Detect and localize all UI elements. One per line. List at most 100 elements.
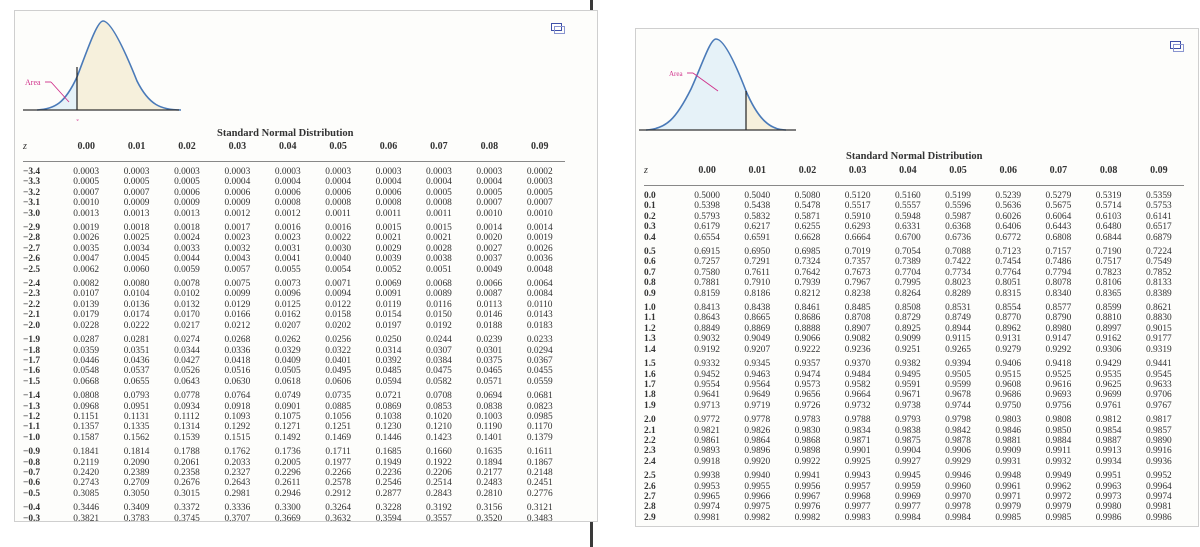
probability-cell: 0.0003: [274, 167, 301, 177]
probability-cell: 0.0080: [123, 279, 150, 290]
probability-cell: 0.5160: [894, 191, 921, 201]
probability-cell: 0.9901: [844, 446, 871, 457]
probability-cell: 0.9207: [744, 344, 771, 355]
probability-cell: 0.9965: [694, 491, 720, 502]
probability-cell: 0.9940: [744, 471, 771, 482]
probability-cell: 0.9961: [995, 481, 1022, 492]
restore-window-icon[interactable]: [551, 23, 565, 34]
probability-cell: 0.0125: [274, 299, 301, 310]
probability-cell: 0.9959: [894, 481, 921, 492]
probability-cell: 0.9884: [1045, 435, 1072, 446]
probability-cell: 0.0005: [123, 177, 150, 188]
column-header: 0.05: [932, 165, 984, 186]
probability-cell: 0.1020: [426, 411, 452, 422]
probability-cell: 0.9976: [794, 502, 821, 513]
table-row: −1.1 0.1357 0.1335 0.1314 0.1292 0.1271 0.1251…: [23, 422, 565, 432]
probability-cell: 0.1894: [476, 457, 503, 468]
column-header: 0.04: [262, 141, 313, 162]
table-row: −1.6 0.0548 0.0537 0.0526 0.0516 0.0505 0.0495…: [23, 366, 565, 376]
probability-cell: 0.9946: [945, 471, 971, 482]
area-label: Area: [669, 70, 683, 78]
probability-cell: 0.0129: [224, 299, 251, 310]
probability-cell: 0.0322: [325, 345, 352, 356]
table-row: 1.5 0.9332 0.9345 0.9357 0.9370 0.9382 0.9394 0…: [644, 355, 1184, 369]
z-value-cell: −2.9: [23, 223, 41, 234]
probability-cell: 0.9406: [995, 359, 1022, 370]
probability-cell: 0.0307: [426, 345, 452, 356]
probability-cell: 0.9162: [1095, 334, 1122, 345]
probability-cell: 0.0104: [123, 289, 150, 300]
probability-cell: 0.9236: [844, 344, 871, 355]
probability-cell: 0.0073: [274, 279, 301, 290]
table-row: 0.8 0.7881 0.7910 0.7939 0.7967 0.7995 0.8023 0…: [644, 278, 1184, 288]
probability-cell: 0.1922: [426, 457, 452, 468]
probability-cell: 0.9664: [844, 390, 871, 401]
probability-cell: 0.0091: [375, 289, 402, 300]
table-row: −2.3 0.0107 0.0104 0.0102 0.0099 0.0096 0.0094…: [23, 289, 565, 299]
probability-cell: 0.9192: [694, 344, 720, 355]
probability-cell: 0.9756: [1045, 400, 1072, 411]
probability-cell: 0.9881: [995, 435, 1022, 446]
probability-cell: 0.0019: [526, 233, 553, 244]
probability-cell: 0.0005: [526, 187, 553, 198]
probability-cell: 0.0294: [526, 345, 553, 356]
probability-cell: 0.9964: [1145, 481, 1172, 492]
probability-cell: 0.0132: [174, 299, 200, 310]
probability-cell: 0.9971: [995, 491, 1022, 502]
probability-cell: 0.9515: [995, 369, 1022, 380]
probability-cell: 0.0183: [526, 320, 553, 331]
probability-cell: 0.0764: [224, 391, 251, 402]
probability-cell: 0.9974: [1145, 491, 1172, 502]
probability-cell: 0.0062: [73, 264, 100, 275]
probability-cell: 0.9265: [945, 344, 971, 355]
z-value-cell: 0.1: [644, 201, 656, 212]
probability-cell: 0.0571: [476, 376, 503, 387]
probability-cell: 0.1038: [375, 411, 402, 422]
z-value-cell: 2.7: [644, 491, 656, 502]
table-row: −0.3 0.3821 0.3783 0.3745 0.3707 0.3669 0.3632…: [23, 513, 565, 522]
probability-cell: 0.8289: [945, 288, 971, 299]
probability-cell: 0.9699: [1095, 390, 1122, 401]
probability-cell: 0.9931: [995, 456, 1022, 467]
probability-cell: 0.9850: [1045, 425, 1072, 436]
probability-cell: 0.8186: [744, 288, 771, 299]
probability-cell: 0.0436: [123, 355, 150, 366]
probability-cell: 0.6443: [1045, 222, 1072, 233]
probability-cell: 0.0721: [375, 391, 402, 402]
probability-cell: 0.5199: [945, 191, 971, 201]
probability-cell: 0.3707: [224, 513, 251, 522]
probability-cell: 0.0011: [426, 208, 452, 219]
probability-cell: 0.9906: [945, 446, 971, 457]
probability-cell: 0.9966: [744, 491, 771, 502]
probability-cell: 0.7549: [1145, 257, 1172, 268]
probability-cell: 0.5040: [744, 191, 771, 201]
probability-cell: 0.9911: [1045, 446, 1072, 457]
probability-cell: 0.6950: [744, 247, 771, 258]
probability-cell: 0.7734: [945, 267, 971, 278]
probability-cell: 0.8315: [995, 288, 1022, 299]
restore-window-icon[interactable]: [1170, 41, 1184, 52]
probability-cell: 0.9842: [945, 425, 971, 436]
table-row: −1.8 0.0359 0.0351 0.0344 0.0336 0.0329 0.0322…: [23, 346, 565, 356]
probability-cell: 0.8997: [1095, 323, 1122, 334]
probability-cell: 0.3156: [476, 503, 503, 514]
probability-cell: 0.9868: [794, 435, 821, 446]
table-row: 2.2 0.9861 0.9864 0.9868 0.9871 0.9875 0.9878 0…: [644, 436, 1184, 446]
z-value-cell: −3.0: [23, 208, 41, 219]
probability-cell: 0.0146: [476, 310, 503, 321]
probability-cell: 0.8159: [694, 288, 720, 299]
probability-cell: 0.8508: [894, 303, 921, 314]
probability-cell: 0.8925: [894, 323, 921, 334]
probability-cell: 0.0170: [174, 310, 200, 321]
probability-cell: 0.9990: [1084, 523, 1134, 526]
probability-cell: 0.0004: [476, 177, 503, 188]
probability-cell: 0.9370: [844, 359, 871, 370]
z-value-cell: −2.0: [23, 320, 41, 331]
probability-cell: 0.9957: [844, 481, 871, 492]
probability-cell: 0.5636: [995, 201, 1022, 212]
probability-cell: 0.0359: [73, 345, 100, 356]
table-row: 1.3 0.9032 0.9049 0.9066 0.9082 0.9099 0.9115 0…: [644, 334, 1184, 344]
probability-cell: 0.0582: [426, 376, 452, 387]
z-value-cell: −3.3: [23, 177, 41, 188]
probability-cell: 0.9909: [995, 446, 1022, 457]
